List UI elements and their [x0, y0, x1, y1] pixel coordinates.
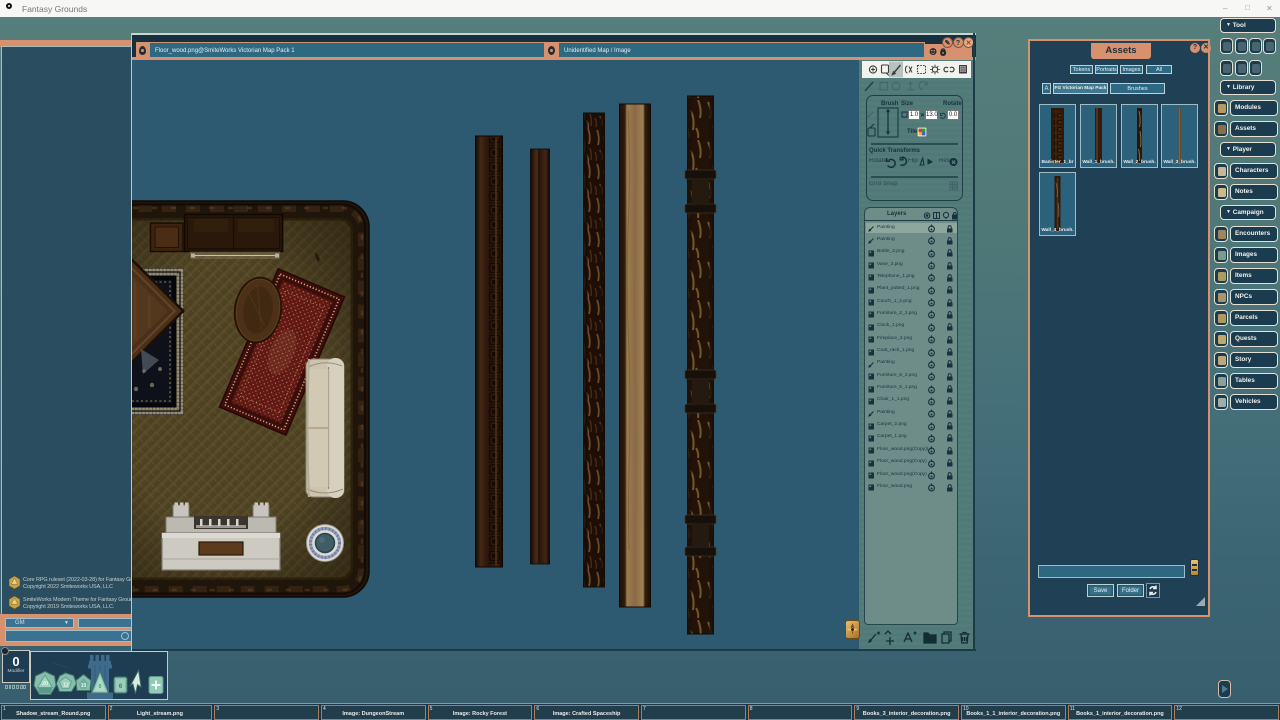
svg-text:0: 0: [99, 684, 102, 690]
svg-text:12: 12: [63, 683, 69, 689]
svg-text:20: 20: [42, 681, 48, 687]
svg-text:10: 10: [81, 683, 87, 689]
